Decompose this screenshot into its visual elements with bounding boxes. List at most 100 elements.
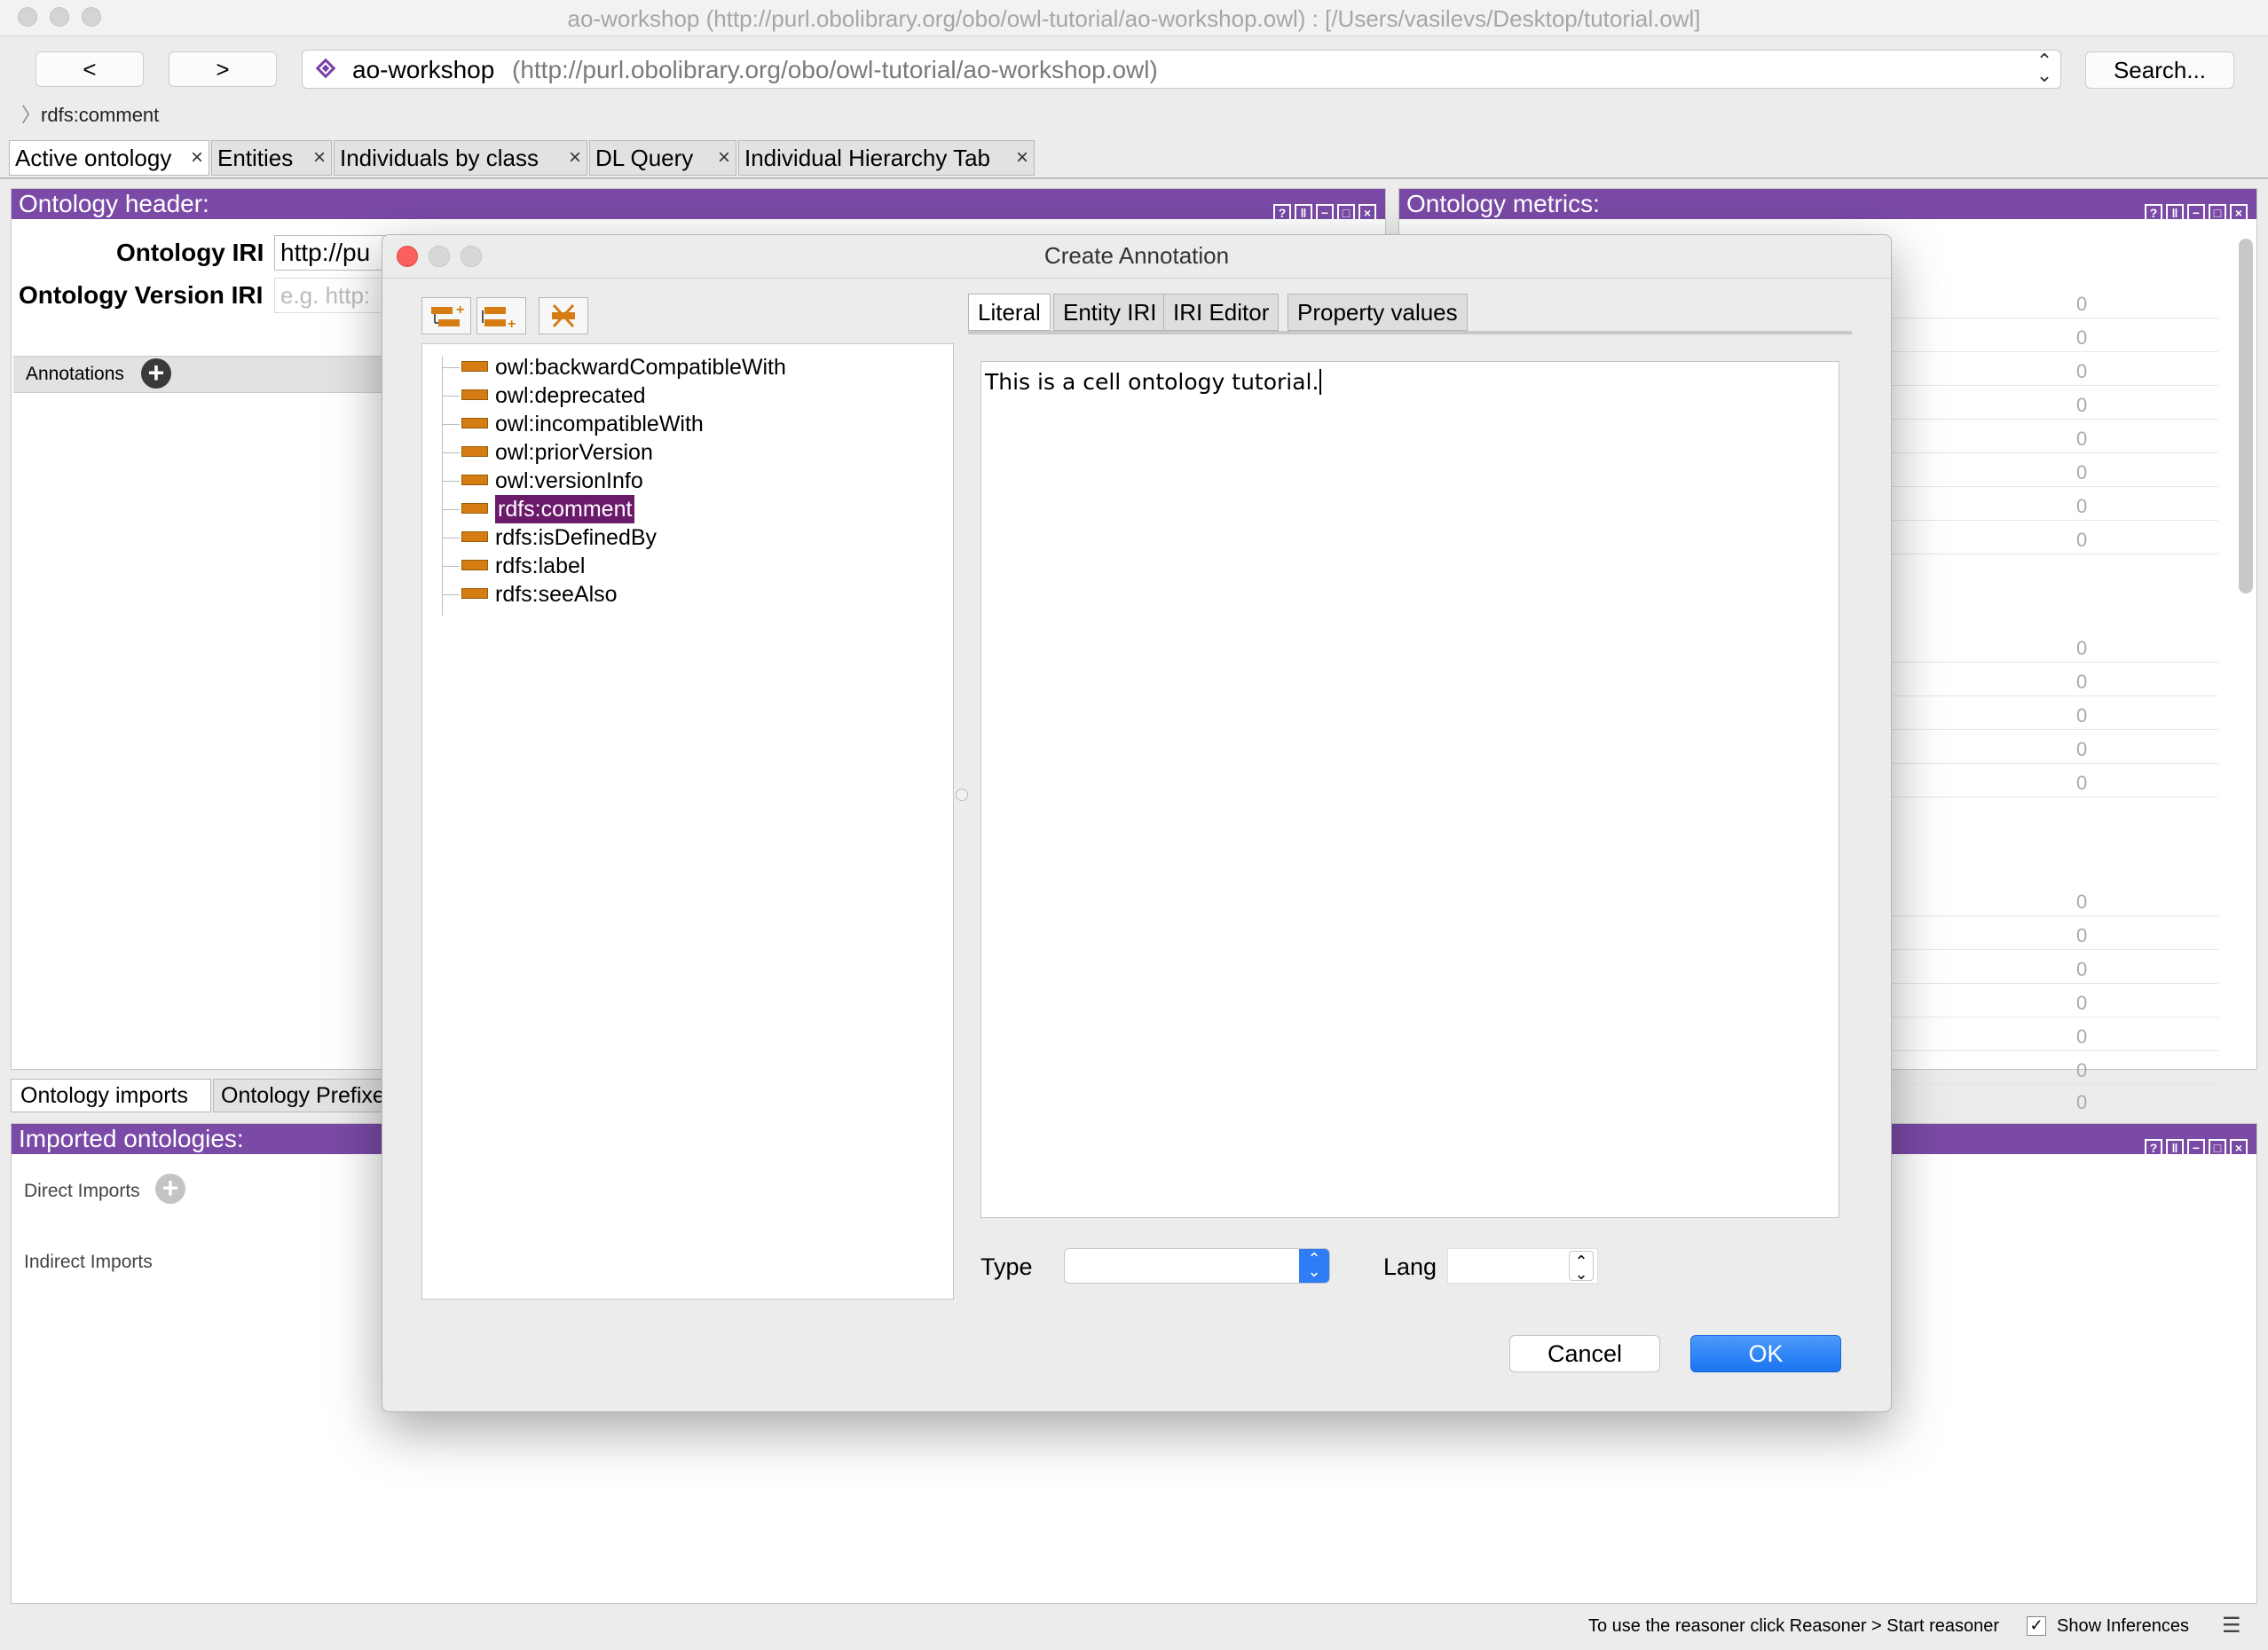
tab-ontology-imports[interactable]: Ontology imports (11, 1079, 211, 1112)
forward-button[interactable]: > (169, 51, 277, 87)
tab-entity-iri[interactable]: Entity IRI (1053, 294, 1167, 331)
tree-connector (442, 509, 460, 510)
tab-property-values[interactable]: Property values (1288, 294, 1468, 331)
close-icon[interactable]: × (1358, 204, 1376, 222)
help-icon[interactable]: ? (2145, 204, 2162, 222)
add-import-icon[interactable]: + (155, 1174, 185, 1204)
close-tab-icon[interactable]: × (313, 141, 326, 175)
show-inferences-label: Show Inferences (2057, 1616, 2189, 1636)
annotation-property-tree[interactable]: owl:backwardCompatibleWith owl:deprecated… (421, 343, 954, 1300)
minimize-icon[interactable]: − (2187, 1139, 2205, 1157)
metric-value: 0 (2076, 495, 2087, 518)
literal-text-area[interactable]: This is a cell ontology tutorial.​ (980, 361, 1839, 1218)
type-select[interactable]: ⌃ ⌄ (1064, 1248, 1330, 1284)
back-button[interactable]: < (35, 51, 144, 87)
metric-value: 0 (2076, 671, 2087, 694)
tree-item-rdfs-seealso[interactable]: rdfs:seeAlso (495, 580, 618, 609)
panel-controls: ? ‖ − □ × (2141, 194, 2248, 224)
search-button[interactable]: Search... (2085, 51, 2234, 89)
metric-row-divider (1855, 520, 2218, 521)
active-ontology-selector[interactable]: ao-workshop (http://purl.obolibrary.org/… (302, 50, 2061, 89)
annotations-header: Annotations + (13, 356, 404, 393)
split-icon[interactable]: ‖ (2166, 204, 2184, 222)
add-sibling-property-button[interactable]: + (476, 297, 526, 334)
add-sub-property-button[interactable]: + (421, 297, 471, 334)
annotations-label: Annotations (26, 364, 124, 384)
metric-value: 0 (2076, 992, 2087, 1015)
tab-ontology-prefixes[interactable]: Ontology Prefixe (213, 1079, 408, 1112)
maximize-icon[interactable]: □ (2209, 1139, 2226, 1157)
metric-row-divider (1855, 915, 2218, 916)
tree-item-owl-deprecated[interactable]: owl:deprecated (495, 381, 646, 410)
tree-connector (442, 396, 460, 397)
close-dialog-button[interactable] (397, 246, 418, 267)
split-icon[interactable]: ‖ (1295, 204, 1312, 222)
metric-value: 0 (2076, 293, 2087, 316)
metric-value: 0 (2076, 1059, 2088, 1081)
tab-individual-hierarchy[interactable]: Individual Hierarchy Tab × (738, 140, 1035, 176)
split-pane-handle[interactable] (956, 789, 968, 801)
tree-connector (442, 367, 460, 368)
minimize-dialog-button (429, 246, 450, 267)
ok-button[interactable]: OK (1690, 1335, 1841, 1372)
tree-connector (442, 594, 460, 595)
tab-active-ontology[interactable]: Active ontology × (9, 140, 209, 176)
tree-item-rdfs-comment[interactable]: rdfs:comment (495, 495, 635, 523)
metric-row-divider (1855, 385, 2218, 386)
dialog-title-bar: Create Annotation (382, 235, 1891, 279)
annotation-property-icon (461, 446, 488, 457)
tab-individuals-by-class[interactable]: Individuals by class × (334, 140, 587, 176)
log-icon[interactable]: ☰ (2222, 1613, 2241, 1638)
maximize-icon[interactable]: □ (2209, 204, 2226, 222)
add-sibling-property-icon: + (482, 307, 516, 332)
breadcrumb[interactable]: 〉rdfs:comment (21, 99, 159, 128)
panel-title: Ontology header: (19, 190, 209, 217)
tab-label: Individuals by class (340, 145, 539, 171)
metric-value: 0 (2076, 958, 2087, 981)
help-icon[interactable]: ? (2145, 1139, 2162, 1157)
tab-iri-editor[interactable]: IRI Editor (1163, 294, 1280, 331)
cancel-button[interactable]: Cancel (1509, 1335, 1660, 1372)
metrics-scrollbar[interactable] (2239, 239, 2253, 593)
metric-row-divider (1855, 763, 2218, 764)
annotation-property-icon (461, 588, 488, 599)
tab-entities[interactable]: Entities × (211, 140, 332, 176)
lang-input[interactable]: ⌃ ⌄ (1447, 1248, 1598, 1284)
delete-property-button[interactable] (539, 297, 588, 334)
split-icon[interactable]: ‖ (2166, 1139, 2184, 1157)
tab-dl-query[interactable]: DL Query × (589, 140, 736, 176)
tree-item-owl-priorversion[interactable]: owl:priorVersion (495, 438, 653, 467)
metric-value: 0 (2076, 461, 2087, 484)
tree-item-owl-versioninfo[interactable]: owl:versionInfo (495, 467, 643, 495)
maximize-icon[interactable]: □ (1337, 204, 1355, 222)
metric-value: 0 (2076, 637, 2087, 660)
tab-literal[interactable]: Literal (968, 294, 1051, 331)
tree-item-owl-incompatiblewith[interactable]: owl:incompatibleWith (495, 410, 704, 438)
lang-label: Lang (1383, 1253, 1437, 1280)
tree-item-rdfs-isdefinedby[interactable]: rdfs:isDefinedBy (495, 523, 657, 552)
annotation-property-icon (461, 361, 488, 372)
close-icon[interactable]: × (2230, 1139, 2248, 1157)
tab-label: Ontology imports (20, 1083, 188, 1108)
metric-value: 0 (2076, 1025, 2087, 1049)
help-icon[interactable]: ? (1273, 204, 1291, 222)
metric-value: 0 (2076, 360, 2087, 383)
ontology-version-iri-label: Ontology Version IRI (19, 281, 264, 309)
show-inferences-checkbox[interactable]: ✓ (2027, 1616, 2046, 1636)
metric-row-divider (1855, 486, 2218, 487)
tree-item-owl-backwardcompatiblewith[interactable]: owl:backwardCompatibleWith (495, 353, 786, 381)
minimize-icon[interactable]: − (2187, 204, 2205, 222)
minimize-icon[interactable]: − (1316, 204, 1334, 222)
close-tab-icon[interactable]: × (569, 141, 581, 175)
close-tab-icon[interactable]: × (718, 141, 730, 175)
close-icon[interactable]: × (2230, 204, 2248, 222)
workspace-tab-bar: Active ontology × Entities × Individuals b… (0, 140, 2268, 179)
indirect-imports-label: Indirect Imports (24, 1252, 153, 1272)
close-tab-icon[interactable]: × (1016, 141, 1028, 175)
add-annotation-icon[interactable]: + (141, 358, 171, 389)
metric-row-divider (1855, 949, 2218, 950)
close-tab-icon[interactable]: × (191, 141, 203, 175)
metric-value: 0 (2076, 891, 2087, 914)
tree-item-rdfs-label[interactable]: rdfs:label (495, 552, 585, 580)
tree-connector (442, 566, 460, 567)
